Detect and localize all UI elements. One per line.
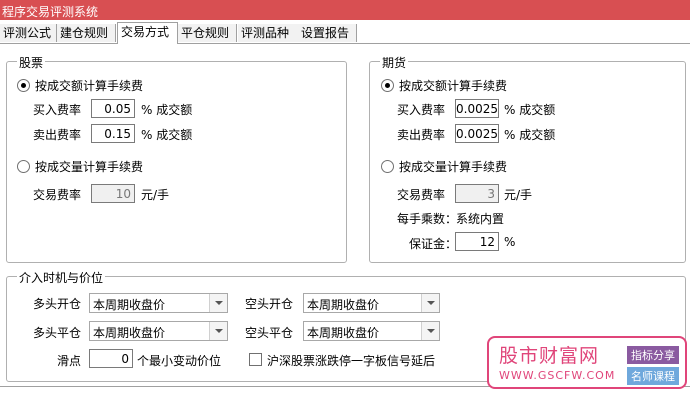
title-bar: 程序交易评测系统 xyxy=(0,0,690,20)
futures-buy-rate-input[interactable]: 0.0025 xyxy=(455,99,499,118)
futures-by-volume-radio[interactable] xyxy=(381,160,394,173)
tab-trade-method[interactable]: 交易方式 xyxy=(117,22,178,45)
stock-by-amount-radio[interactable] xyxy=(17,79,30,92)
futures-sell-rate-unit: % 成交额 xyxy=(504,128,556,142)
long-close-select[interactable]: 本周期收盘价 xyxy=(89,321,228,341)
stock-sell-rate-unit: % 成交额 xyxy=(141,128,193,142)
futures-margin-label: 保证金： xyxy=(409,237,458,251)
long-open-label: 多头开仓 xyxy=(33,297,82,311)
futures-margin-unit: % xyxy=(504,235,516,249)
stock-buy-rate-unit: % 成交额 xyxy=(141,103,193,117)
short-close-value: 本周期收盘价 xyxy=(307,326,380,340)
chevron-down-icon[interactable] xyxy=(209,294,227,312)
futures-trade-rate-input[interactable]: 3 xyxy=(455,184,499,203)
futures-by-amount-radio[interactable] xyxy=(381,79,394,92)
short-close-label: 空头平仓 xyxy=(245,326,294,340)
chevron-down-icon[interactable] xyxy=(209,322,227,340)
stock-buy-rate-label: 买入费率 xyxy=(33,103,82,117)
futures-by-amount-label: 按成交额计算手续费 xyxy=(399,79,508,93)
stock-trade-rate-input[interactable]: 10 xyxy=(91,184,135,203)
futures-buy-rate-label: 买入费率 xyxy=(397,103,446,117)
stock-sell-rate-label: 卖出费率 xyxy=(33,128,82,142)
timing-legend: 介入时机与价位 xyxy=(17,269,106,286)
tab-symbols[interactable]: 评测品种 xyxy=(238,24,299,42)
futures-by-volume-label: 按成交量计算手续费 xyxy=(399,160,508,174)
slippage-input[interactable]: 0 xyxy=(89,349,133,368)
short-open-select[interactable]: 本周期收盘价 xyxy=(303,293,440,313)
futures-buy-rate-unit: % 成交额 xyxy=(504,103,556,117)
tab-open-rules[interactable]: 建仓规则 xyxy=(57,24,116,42)
stock-sell-rate-input[interactable]: 0.15 xyxy=(91,124,135,143)
short-open-value: 本周期收盘价 xyxy=(307,298,380,312)
futures-multiplier-value: 系统内置 xyxy=(456,212,505,226)
stock-by-volume-radio[interactable] xyxy=(17,160,30,173)
chevron-down-icon[interactable] xyxy=(421,322,439,340)
watermark-url: WWW.GSCFW.COM xyxy=(499,369,616,382)
stock-by-amount-label: 按成交额计算手续费 xyxy=(35,79,144,93)
watermark-title: 股市财富网 xyxy=(499,345,600,367)
futures-trade-rate-label: 交易费率 xyxy=(397,188,446,202)
stock-trade-rate-unit: 元/手 xyxy=(141,188,170,202)
long-close-label: 多头平仓 xyxy=(33,326,82,340)
short-close-select[interactable]: 本周期收盘价 xyxy=(303,321,440,341)
slippage-label: 滑点 xyxy=(57,354,82,368)
window-title: 程序交易评测系统 xyxy=(2,5,99,19)
futures-legend: 期货 xyxy=(380,54,409,71)
futures-trade-rate-unit: 元/手 xyxy=(504,188,533,202)
futures-group: 期货 按成交额计算手续费 买入费率 0.0025 % 成交额 卖出费率 0.00… xyxy=(369,54,686,263)
limit-delay-label: 沪深股票涨跌停一字板信号延后 xyxy=(267,354,436,368)
tab-formula[interactable]: 评测公式 xyxy=(0,24,57,42)
long-close-value: 本周期收盘价 xyxy=(93,326,166,340)
chevron-down-icon[interactable] xyxy=(421,294,439,312)
tab-report[interactable]: 设置报告 xyxy=(298,24,357,42)
tab-close-rules[interactable]: 平仓规则 xyxy=(178,24,237,42)
futures-sell-rate-label: 卖出费率 xyxy=(397,128,446,142)
futures-margin-input[interactable]: 12 xyxy=(455,232,499,251)
futures-multiplier-label: 每手乘数： xyxy=(397,212,458,226)
long-open-value: 本周期收盘价 xyxy=(93,298,166,312)
stock-group: 股票 按成交额计算手续费 买入费率 0.05 % 成交额 卖出费率 0.15 %… xyxy=(6,54,347,263)
short-open-label: 空头开仓 xyxy=(245,297,294,311)
stock-by-volume-label: 按成交量计算手续费 xyxy=(35,160,144,174)
watermark-badge-share: 指标分享 xyxy=(627,346,679,364)
stock-buy-rate-input[interactable]: 0.05 xyxy=(91,99,135,118)
watermark-logo: 股市财富网 WWW.GSCFW.COM 指标分享 名师课程 xyxy=(487,336,687,389)
stock-legend: 股票 xyxy=(17,54,46,71)
long-open-select[interactable]: 本周期收盘价 xyxy=(89,293,228,313)
slippage-unit: 个最小变动价位 xyxy=(137,354,222,368)
stock-trade-rate-label: 交易费率 xyxy=(33,188,82,202)
limit-delay-checkbox[interactable] xyxy=(249,353,262,366)
tab-bar: 评测公式 建仓规则 交易方式 平仓规则 评测品种 设置报告 xyxy=(0,22,690,45)
futures-sell-rate-input[interactable]: 0.0025 xyxy=(455,124,499,143)
watermark-badge-course: 名师课程 xyxy=(627,367,679,385)
